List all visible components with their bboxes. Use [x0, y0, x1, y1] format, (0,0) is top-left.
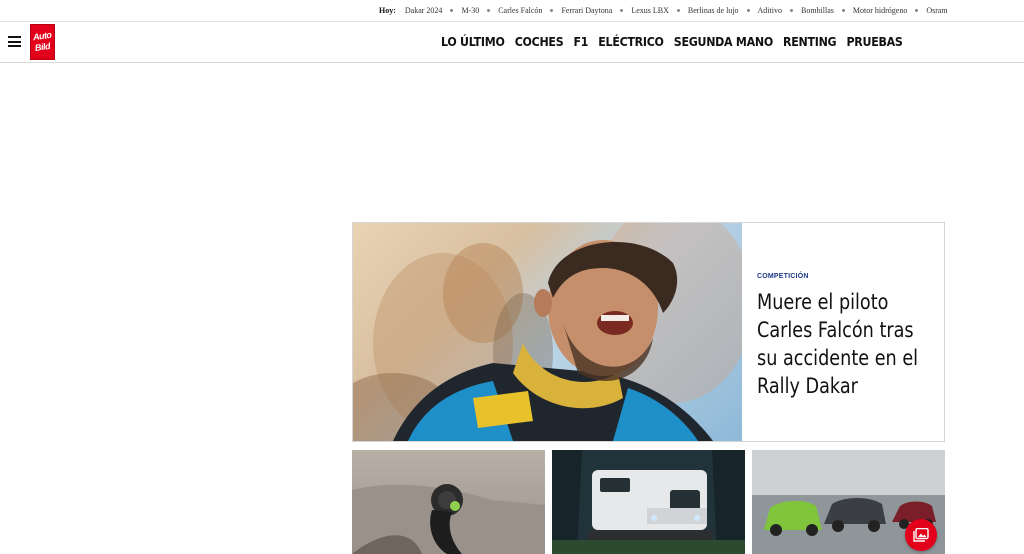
article-category[interactable]: COMPETICIÓN: [757, 273, 937, 280]
hero-text: COMPETICIÓN Muere el piloto Carles Falcó…: [757, 273, 937, 400]
nav-coches[interactable]: COCHES: [515, 35, 564, 49]
logo-line-2: Bild: [34, 41, 51, 54]
nav-segunda-mano[interactable]: SEGUNDA MANO: [674, 35, 773, 49]
hero-article-card[interactable]: COMPETICIÓN Muere el piloto Carles Falcó…: [352, 222, 945, 442]
separator-dot: [746, 9, 750, 12]
nav-electrico[interactable]: ELÉCTRICO: [598, 35, 664, 49]
trending-item[interactable]: Carles Falcón: [498, 6, 542, 15]
trending-item[interactable]: Motor hidrógeno: [853, 6, 907, 15]
trending-item[interactable]: Ferrari Daytona: [561, 6, 612, 15]
nav-pruebas[interactable]: PRUEBAS: [846, 35, 902, 49]
trending-item[interactable]: Aditivo: [758, 6, 782, 15]
site-header: Auto Bild LO ÚLTIMO COCHES F1 ELÉCTRICO …: [0, 23, 1024, 63]
separator-dot: [789, 9, 793, 12]
separator-dot: [487, 9, 491, 12]
article-thumbnail-ev-charging[interactable]: [352, 450, 545, 554]
gallery-button[interactable]: [905, 519, 937, 551]
separator-dot: [550, 9, 554, 12]
trending-item[interactable]: Bombillas: [801, 6, 834, 15]
nav-renting[interactable]: RENTING: [783, 35, 837, 49]
trending-list: Dakar 2024 M-30 Carles Falcón Ferrari Da…: [405, 6, 948, 15]
nav-lo-ultimo[interactable]: LO ÚLTIMO: [441, 35, 505, 49]
separator-dot: [915, 9, 919, 12]
trending-item[interactable]: Berlinas de lujo: [688, 6, 739, 15]
gallery-icon: [913, 528, 929, 542]
trending-label: Hoy:: [379, 6, 396, 15]
hamburger-menu-icon[interactable]: [8, 36, 21, 47]
trending-item[interactable]: Lexus LBX: [631, 6, 669, 15]
site-logo[interactable]: Auto Bild: [30, 24, 55, 60]
separator-dot: [620, 9, 624, 12]
article-thumbnail-camper[interactable]: [552, 450, 745, 554]
trending-item[interactable]: Dakar 2024: [405, 6, 443, 15]
trending-item[interactable]: Osram: [926, 6, 947, 15]
separator-dot: [676, 9, 680, 12]
article-title[interactable]: Muere el piloto Carles Falcón tras su ac…: [757, 288, 933, 400]
trending-item[interactable]: M-30: [461, 6, 479, 15]
trending-bar: Hoy: Dakar 2024 M-30 Carles Falcón Ferra…: [0, 0, 1024, 22]
nav-f1[interactable]: F1: [573, 35, 588, 49]
main-nav: LO ÚLTIMO COCHES F1 ELÉCTRICO SEGUNDA MA…: [441, 35, 903, 49]
separator-dot: [841, 9, 845, 12]
separator-dot: [450, 9, 454, 12]
hero-article-image[interactable]: [353, 223, 742, 441]
